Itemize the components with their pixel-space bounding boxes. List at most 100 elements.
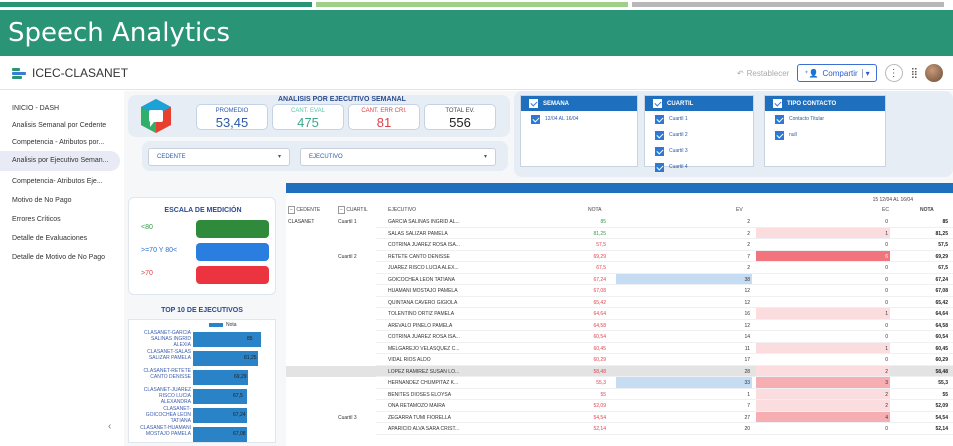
cuartil-option[interactable]: Cuartil 2 (645, 127, 753, 143)
table-row[interactable]: JUAREZ RISCO LUCIA ALEX... 67,5 2 0 67,5 (286, 262, 953, 274)
kpi-cant-eval: CANT. EVAL 475 (272, 104, 344, 130)
cuartil-option[interactable]: Cuartil 3 (645, 143, 753, 159)
table-row[interactable]: MELGAREJO VELASQUEZ C... 60,45 11 1 60,45 (286, 342, 953, 354)
cell-nota: 64,58 (593, 322, 606, 329)
cell-ec: 0 (885, 299, 888, 306)
reset-button[interactable]: ↶ Restablecer (737, 69, 789, 78)
page-banner: Speech Analytics (0, 10, 953, 56)
collapse-icon[interactable]: − (288, 206, 295, 214)
top-ten-row[interactable]: CLASANET-RETETE CANTO DENISSE 69,29 (133, 368, 265, 388)
table-row[interactable]: APARICIO ALVA SARA CRIST... 52,14 20 0 52,14 (286, 423, 953, 435)
col-ec-header[interactable]: EC (882, 207, 889, 213)
col-ev-header[interactable]: EV (736, 207, 743, 213)
cell-ev: 12 (744, 288, 750, 294)
table-row[interactable]: ONA RETAMOZO MAIRA 52,09 7 2 52,09 (286, 400, 953, 412)
table-row[interactable]: COTRINA JUAREZ ROSA ISA... 60,54 14 0 60,54 (286, 331, 953, 343)
top-ten-legend: Nota (209, 322, 237, 328)
apps-grid-icon[interactable]: ⣿ (911, 68, 918, 79)
top-ten-row[interactable]: CLASANET-JUAREZ RISCO LUCIA ALEXANDRA 67,… (133, 387, 265, 407)
sidebar-item-errores-criticos[interactable]: Errores Críticos (0, 210, 120, 230)
legend-label: Nota (226, 322, 237, 328)
cell-ejecutivo: HERNANDEZ CHUMPITAZ K... (388, 380, 459, 386)
cedente-dropdown-label: CEDENTE (157, 154, 186, 160)
table-row[interactable]: VIDAL RIOS ALDO 60,29 17 0 60,29 (286, 354, 953, 366)
cell-cedente: CLASANET (288, 219, 315, 225)
cell-ev: 14 (744, 334, 750, 340)
collapse-icon[interactable]: − (338, 206, 345, 214)
kpi-promedio: PROMEDIO 53,45 (196, 104, 268, 130)
sidebar-item-analisis-ejecutivo[interactable]: Analisis por Ejecutivo Seman... (0, 151, 120, 171)
col-cedente-header[interactable]: − CEDENTE (288, 206, 321, 214)
checkbox-icon[interactable] (529, 99, 538, 108)
sidebar-item-detalle-evaluaciones[interactable]: Detalle de Evaluaciones (0, 229, 120, 249)
cedente-dropdown[interactable]: CEDENTE ▾ (148, 148, 290, 166)
tipo-contacto-filter: TIPO CONTACTO Contacto Titular null (764, 95, 886, 167)
user-avatar[interactable] (925, 64, 943, 82)
reset-label: Restablecer (746, 68, 790, 78)
cell-ejecutivo: ZEGARRA TUMI FIORELLA (388, 414, 451, 421)
top-ten-row[interactable]: CLASANET-GOICOCHEA LEON TATIANA 67,24 (133, 406, 265, 426)
checkbox-icon[interactable] (773, 99, 782, 108)
sidebar-item-competencia-ejecutivo[interactable]: Competencia- Atributos Eje... (0, 172, 120, 192)
table-row[interactable]: SALAS SALIZAR PAMELA 81,25 2 1 81,25 (286, 227, 953, 239)
tipo-contacto-filter-header[interactable]: TIPO CONTACTO (765, 96, 885, 111)
table-row[interactable]: AREVALO PINELO PAMELA 64,58 12 0 64,58 (286, 320, 953, 331)
top-ten-row[interactable]: CLASANET-HUAMANI MOSTAJO PAMELA 67,08 (133, 425, 265, 445)
cuartil-option-label: Cuartil 2 (669, 132, 688, 138)
col-ejecutivo-header[interactable]: EJECUTIVO (388, 207, 416, 213)
top-ten-row[interactable]: CLASANET-GARCIA SALINAS INGRID ALEXIA 85 (133, 330, 265, 350)
chevron-left-icon[interactable]: ‹ (108, 421, 111, 432)
table-row[interactable]: HUAMANI MOSTAJO PAMELA 67,08 12 0 67,08 (286, 285, 953, 297)
col-nota-total-header[interactable]: NOTA (920, 207, 934, 213)
sidebar-nav: INICIO - DASH Analisis Semanal por Ceden… (0, 91, 124, 446)
top-ten-row[interactable]: CLASANET-SALAS SALIZAR PAMELA 81,25 (133, 349, 265, 369)
cell-nota-total: 67,5 (938, 265, 948, 271)
table-row[interactable]: BENITES DIOSES ELOYSA 55 1 2 55 (286, 388, 953, 400)
cell-ejecutivo: LOPEZ RAMIREZ SUSAN LO... (388, 368, 460, 375)
table-row[interactable]: QUINTANA CAVERO GIGIOLA 65,42 12 0 65,42 (286, 297, 953, 308)
table-row[interactable]: Cuartil 3 ZEGARRA TUMI FIORELLA 54,54 27 4 54… (286, 411, 953, 423)
kpi-cant-eval-value: 475 (297, 115, 319, 130)
semana-option[interactable]: 12/04 AL 16/04 (521, 111, 637, 127)
top-color-bars (0, 0, 953, 8)
cell-ejecutivo: COTRINA JUAREZ ROSA ISA... (388, 334, 460, 340)
cell-nota: 55,3 (596, 380, 606, 386)
table-row[interactable]: GOICOCHEA LEON TATIANA 67,24 38 0 67,24 (286, 273, 953, 285)
sidebar-item-detalle-motivo[interactable]: Detalle de Motivo de No Pago (0, 248, 120, 268)
table-row[interactable]: COTRINA JUAREZ ROSA ISA... 57,5 2 0 57,5 (286, 239, 953, 251)
sidebar-item-motivo-no-pago[interactable]: Motivo de No Pago (0, 191, 120, 211)
cell-ev: 12 (744, 299, 750, 306)
checkbox-icon[interactable] (653, 99, 662, 108)
table-row[interactable]: TOLENTINO ORTIZ PAMELA 64,64 16 1 64,64 (286, 308, 953, 320)
cuartil-filter-header[interactable]: CUARTIL (645, 96, 753, 111)
tipo-contacto-option[interactable]: null (765, 127, 885, 143)
kpi-cant-eval-label: CANT. EVAL (291, 108, 325, 114)
table-row[interactable]: Cuartil 2 RETETE CANTO DENISSE 69,29 7 6 69,2… (286, 250, 953, 262)
cell-ec: 0 (885, 334, 888, 340)
sidebar-item-competencia-atributos[interactable]: Competencia - Atributos por... (0, 133, 120, 153)
share-button[interactable]: ⁺👤 Compartir ▾ (797, 64, 877, 82)
cell-ejecutivo: GOICOCHEA LEON TATIANA (388, 276, 455, 283)
cell-nota-total: 69,29 (935, 253, 948, 260)
top-ten-label: CLASANET-GARCIA SALINAS INGRID ALEXIA (144, 330, 191, 348)
cell-ev: 2 (747, 230, 750, 237)
cell-ec: 3 (885, 380, 888, 386)
app-logo[interactable]: ICEC-CLASANET (12, 66, 128, 80)
more-options-icon[interactable]: ⋮ (884, 64, 903, 82)
cuartil-option[interactable]: Cuartil 1 (645, 111, 753, 127)
share-dropdown-icon[interactable]: ▾ (861, 68, 870, 78)
cell-ejecutivo: VIDAL RIOS ALDO (388, 357, 431, 363)
col-nota-header[interactable]: NOTA (588, 207, 602, 213)
top-ten-value: 67,5 (233, 393, 243, 399)
scale-row: >70 (141, 266, 271, 284)
col-cuartil-header[interactable]: − CUARTIL (338, 206, 368, 214)
tipo-contacto-option[interactable]: Contacto Titular (765, 111, 885, 127)
table-row[interactable]: CLASANET Cuartil 1 GARCIA SALINAS INGRID A… (286, 216, 953, 228)
col-cedente-label: CEDENTE (296, 207, 321, 213)
cuartil-option[interactable]: Cuartil 4 (645, 159, 753, 175)
ejecutivo-dropdown[interactable]: EJECUTIVO ▾ (300, 148, 496, 166)
cell-nota: 85 (600, 219, 606, 225)
table-row[interactable]: HERNANDEZ CHUMPITAZ K... 55,3 33 3 55,3 (286, 377, 953, 389)
semana-filter-header[interactable]: SEMANA (521, 96, 637, 111)
table-row[interactable]: LOPEZ RAMIREZ SUSAN LO... 58,48 28 2 58,48 (286, 365, 953, 377)
